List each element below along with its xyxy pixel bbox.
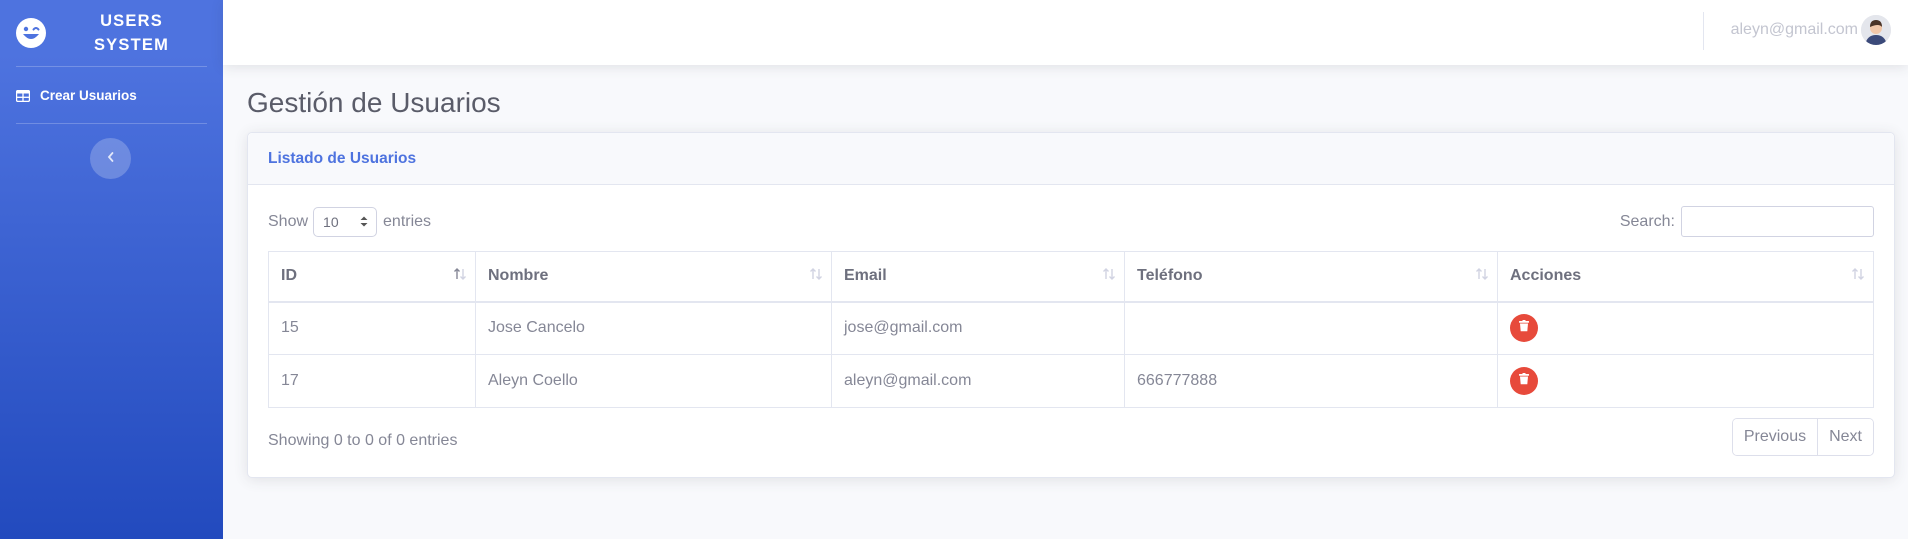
card-title: Listado de Usuarios [248, 133, 1894, 185]
brand-name: USERS SYSTEM [48, 9, 223, 57]
column-label: Email [844, 267, 887, 285]
entries-select-value: 10 [323, 214, 339, 230]
cell-acciones [1497, 354, 1874, 408]
sort-icon [1475, 267, 1489, 286]
previous-button[interactable]: Previous [1732, 419, 1818, 455]
sort-icon [453, 267, 467, 286]
cell-id: 15 [268, 301, 476, 355]
sidebar-item-crear-usuarios[interactable]: Crear Usuarios [0, 67, 223, 123]
trash-icon [1519, 319, 1529, 337]
cell-email: aleyn@gmail.com [831, 354, 1125, 408]
show-label: Show [268, 213, 309, 230]
cell-id: 17 [268, 354, 476, 408]
cell-telefono [1124, 301, 1498, 355]
next-button[interactable]: Next [1817, 419, 1873, 455]
table-row: 17 Aleyn Coello aleyn@gmail.com 66677788… [268, 354, 1874, 408]
cell-acciones [1497, 301, 1874, 355]
column-header-telefono[interactable]: Teléfono [1124, 251, 1498, 303]
column-header-acciones[interactable]: Acciones [1497, 251, 1874, 303]
sort-icon [809, 267, 823, 286]
cell-nombre: Jose Cancelo [475, 301, 832, 355]
sort-icon [1851, 267, 1865, 286]
trash-icon [1519, 372, 1529, 390]
search-control: Search: [1620, 206, 1874, 237]
user-avatar[interactable] [1861, 15, 1891, 45]
topbar-divider [1703, 12, 1704, 50]
sidebar: USERS SYSTEM Crear Usuarios [0, 0, 223, 539]
user-email[interactable]: aleyn@gmail.com [1731, 21, 1858, 39]
cell-email: jose@gmail.com [831, 301, 1125, 355]
entries-select[interactable]: 10 [313, 207, 378, 237]
column-header-email[interactable]: Email [831, 251, 1125, 303]
sidebar-brand[interactable]: USERS SYSTEM [0, 0, 223, 66]
column-label: ID [281, 267, 297, 285]
cell-nombre: Aleyn Coello [475, 354, 832, 408]
column-label: Teléfono [1137, 267, 1203, 285]
sidebar-toggle-button[interactable] [90, 138, 131, 179]
search-label: Search: [1619, 212, 1675, 230]
topbar: aleyn@gmail.com [223, 0, 1908, 65]
entries-length-control: Show 10 entries [268, 207, 431, 237]
table-row: 15 Jose Cancelo jose@gmail.com [268, 301, 1874, 355]
users-card: Listado de Usuarios Show 10 entries Sear… [247, 132, 1895, 478]
table-icon [15, 89, 31, 103]
page-title: Gestión de Usuarios [247, 87, 501, 118]
sidebar-item-label: Crear Usuarios [40, 87, 137, 103]
brand-line-1: USERS [100, 12, 163, 30]
column-label: Nombre [488, 267, 549, 285]
chevron-left-icon [106, 150, 116, 168]
column-label: Acciones [1510, 267, 1582, 285]
brand-line-2: SYSTEM [93, 36, 170, 54]
pagination: Previous Next [1731, 418, 1874, 456]
sort-updown-icon [360, 214, 368, 230]
table-header-row: ID Nombre Email Teléfono Acciones [268, 251, 1874, 303]
cell-telefono: 666777888 [1124, 354, 1498, 408]
table-info: Showing 0 to 0 of 0 entries [268, 432, 458, 449]
column-header-id[interactable]: ID [268, 251, 476, 303]
sidebar-divider [16, 123, 207, 124]
users-table: ID Nombre Email Teléfono Acciones 15 Jos… [268, 251, 1874, 408]
sort-icon [1102, 267, 1116, 286]
column-header-nombre[interactable]: Nombre [475, 251, 832, 303]
delete-button[interactable] [1510, 367, 1538, 395]
entries-label: entries [383, 213, 432, 230]
laugh-wink-icon [14, 16, 48, 50]
delete-button[interactable] [1510, 314, 1538, 343]
search-input[interactable] [1681, 206, 1874, 237]
